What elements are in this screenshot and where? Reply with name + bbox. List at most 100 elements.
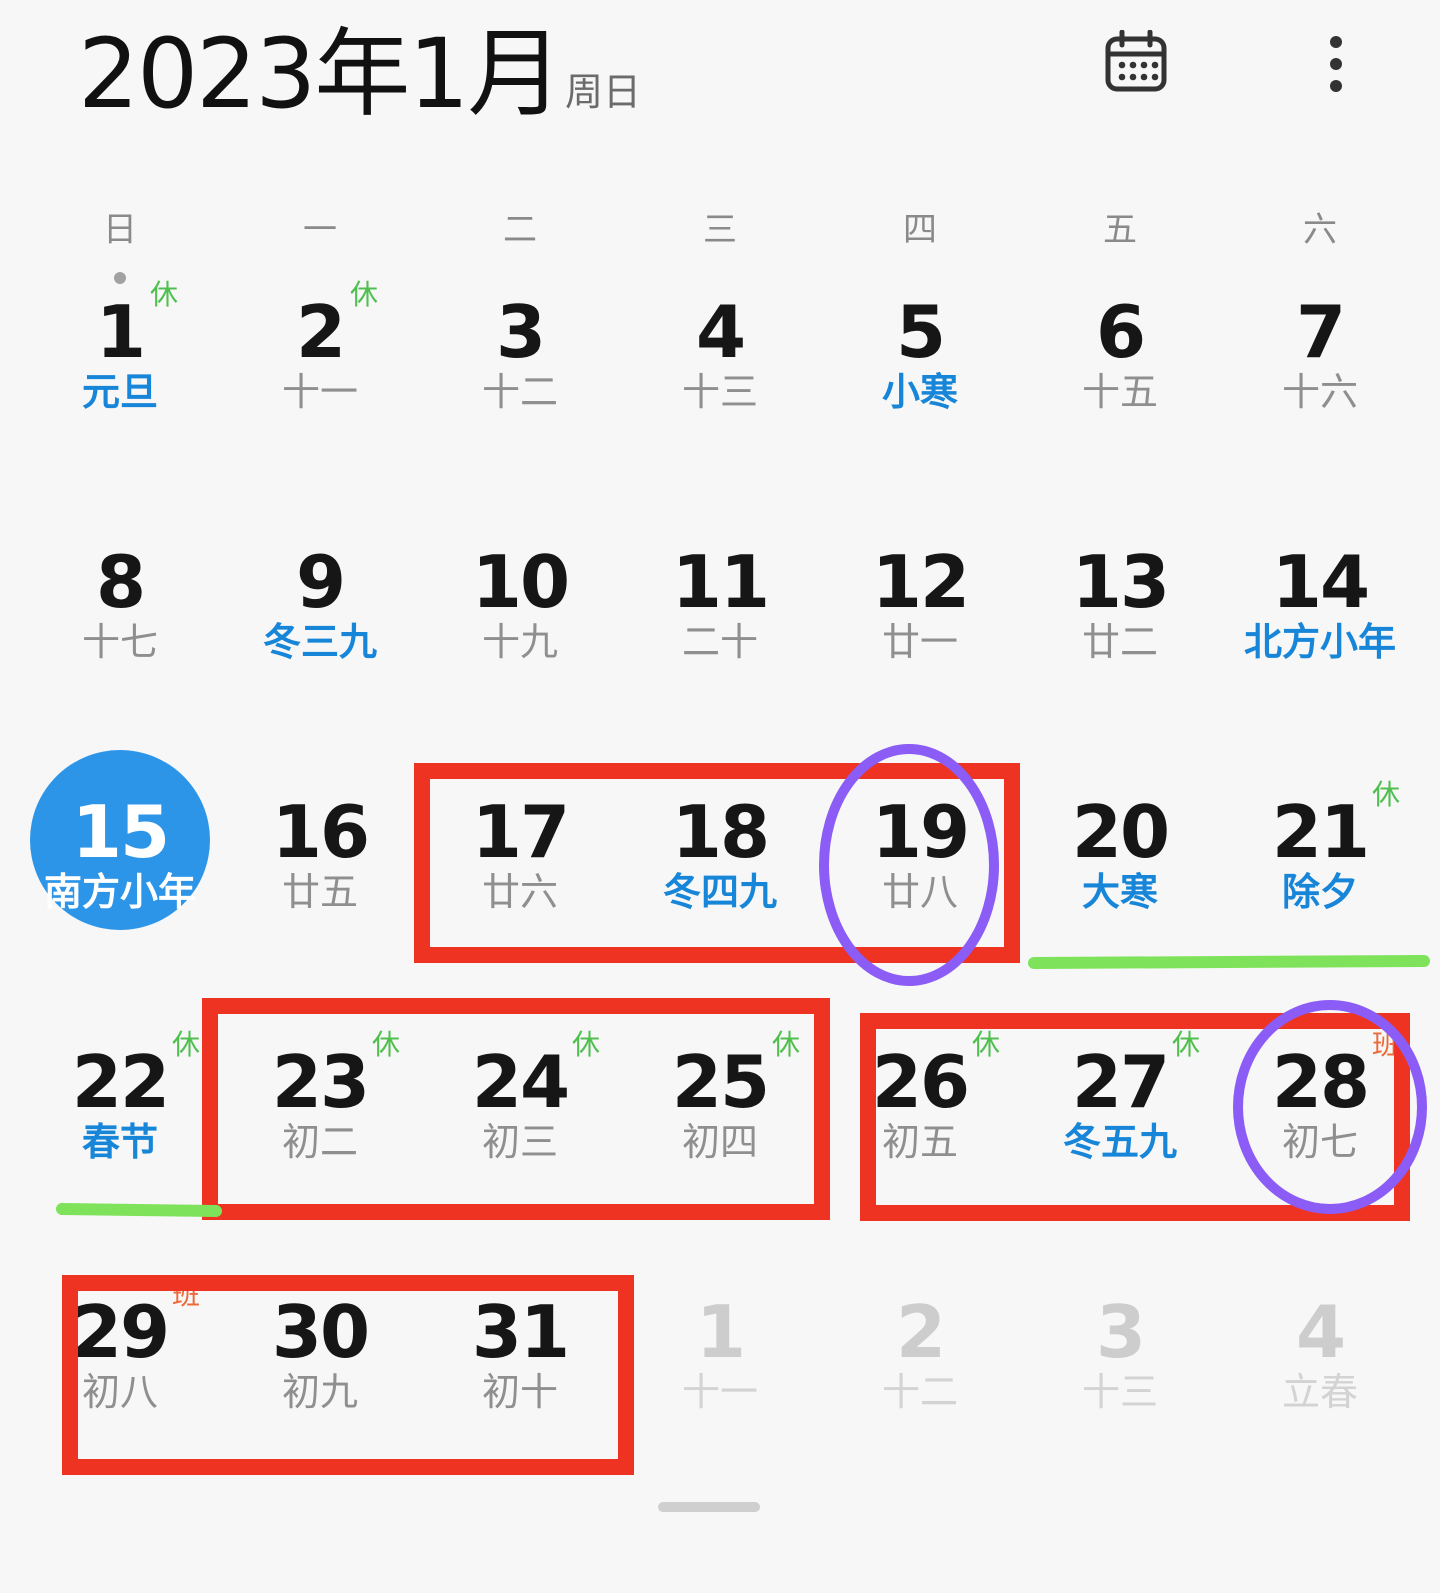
lunar-date: 廿六 (481, 870, 558, 914)
lunar-date: 廿八 (881, 870, 958, 914)
go-to-today-button[interactable] (1096, 22, 1176, 102)
month-title[interactable]: 2023年1月 (78, 22, 563, 126)
lunar-date: 初二 (281, 1120, 358, 1164)
day-cell[interactable]: 3 十三 (1020, 1270, 1220, 1470)
holiday-badge: 休 (1372, 778, 1401, 811)
day-number: 7 (1295, 290, 1346, 374)
weekday-wed: 三 (703, 210, 737, 250)
weekday-sun: 日 (103, 210, 137, 250)
lunar-date: 立春 (1281, 1370, 1358, 1414)
lunar-date: 十六 (1281, 370, 1358, 414)
day-number: 15 (71, 790, 170, 874)
weekday-sat: 六 (1303, 210, 1337, 250)
day-number: 3 (1095, 1290, 1146, 1374)
day-cell[interactable]: 25 初四休 (620, 1020, 820, 1220)
day-number: 1 (95, 290, 146, 374)
day-number: 9 (295, 540, 346, 624)
day-cell[interactable]: 17 廿六 (420, 770, 620, 970)
festival-label: 春节 (81, 1120, 158, 1164)
lunar-date: 十二 (881, 1370, 958, 1414)
day-number: 10 (471, 540, 570, 624)
lunar-date: 初七 (1281, 1120, 1358, 1164)
day-cell[interactable]: 27 冬五九休 (1020, 1020, 1220, 1220)
lunar-date: 十九 (481, 620, 558, 664)
day-number: 4 (1295, 1290, 1346, 1374)
day-cell[interactable]: 8 十七 (20, 520, 220, 720)
lunar-date: 十一 (281, 370, 358, 414)
day-cell[interactable]: 6 十五 (1020, 270, 1220, 470)
day-cell[interactable]: 16 廿五 (220, 770, 420, 970)
holiday-badge: 休 (572, 1028, 601, 1061)
festival-label: 冬五九 (1062, 1120, 1177, 1164)
day-cell[interactable]: 13 廿二 (1020, 520, 1220, 720)
day-cell[interactable]: 2 十一 休 (220, 270, 420, 470)
day-cell[interactable]: 24 初三休 (420, 1020, 620, 1220)
day-cell[interactable]: 29 初八班 (20, 1270, 220, 1470)
day-cell[interactable]: 19 廿八 (820, 770, 1020, 970)
day-cell[interactable]: 9 冬三九 (220, 520, 420, 720)
drag-handle[interactable] (658, 1502, 760, 1512)
lunar-date: 初三 (481, 1120, 558, 1164)
lunar-date: 十一 (681, 1370, 758, 1414)
festival-label: 北方小年 (1243, 620, 1396, 664)
day-cell[interactable]: 1 十一 (620, 1270, 820, 1470)
day-cell[interactable]: 23 初二休 (220, 1020, 420, 1220)
weekday-tue: 二 (503, 210, 537, 250)
weekday-thu: 四 (903, 210, 937, 250)
day-cell[interactable]: 30 初九 (220, 1270, 420, 1470)
lunar-date: 廿一 (881, 620, 958, 664)
festival-label: 冬四九 (662, 870, 777, 914)
day-cell[interactable]: 2 十二 (820, 1270, 1020, 1470)
day-number: 2 (895, 1290, 946, 1374)
day-number: 19 (871, 790, 970, 874)
day-number: 18 (671, 790, 770, 874)
day-cell[interactable]: 20 大寒 (1020, 770, 1220, 970)
day-number: 12 (871, 540, 970, 624)
day-cell[interactable]: 21 除夕休 (1220, 770, 1420, 970)
holiday-badge: 休 (150, 278, 179, 311)
event-dot (114, 272, 126, 284)
workday-badge: 班 (1372, 1028, 1401, 1061)
festival-label: 除夕 (1281, 870, 1358, 914)
day-cell[interactable]: 28 初七班 (1220, 1020, 1420, 1220)
day-cell[interactable]: 7 十六 (1220, 270, 1420, 470)
festival-label: 大寒 (1081, 870, 1158, 914)
holiday-badge: 休 (172, 1028, 201, 1061)
day-number: 31 (471, 1290, 570, 1374)
day-cell[interactable]: 5 小寒 (820, 270, 1020, 470)
lunar-date: 初四 (681, 1120, 758, 1164)
day-cell[interactable]: 4 十三 (620, 270, 820, 470)
lunar-date: 初九 (281, 1370, 358, 1414)
holiday-badge: 休 (972, 1028, 1001, 1061)
lunar-date: 初五 (881, 1120, 958, 1164)
weekday-fri: 五 (1103, 210, 1137, 250)
lunar-date: 廿二 (1081, 620, 1158, 664)
day-cell[interactable]: 10 十九 (420, 520, 620, 720)
more-options-button[interactable] (1296, 22, 1376, 102)
lunar-date: 初十 (481, 1370, 558, 1414)
day-number: 1 (695, 1290, 746, 1374)
day-cell-today[interactable]: 15 南方小年 (20, 770, 220, 970)
day-number: 14 (1271, 540, 1370, 624)
lunar-date: 二十 (681, 620, 758, 664)
holiday-badge: 休 (350, 278, 379, 311)
day-number: 6 (1095, 290, 1146, 374)
lunar-date: 十三 (1081, 1370, 1158, 1414)
day-cell[interactable]: 18 冬四九 (620, 770, 820, 970)
day-cell[interactable]: 14 北方小年 (1220, 520, 1420, 720)
day-cell[interactable]: 1 元旦 休 (20, 270, 220, 470)
day-cell[interactable]: 26 初五休 (820, 1020, 1020, 1220)
lunar-date: 廿五 (281, 870, 358, 914)
day-cell[interactable]: 31 初十 (420, 1270, 620, 1470)
day-number: 5 (895, 290, 946, 374)
day-cell[interactable]: 4 立春 (1220, 1270, 1420, 1470)
day-number: 11 (671, 540, 770, 624)
day-number: 20 (1071, 790, 1170, 874)
festival-label: 小寒 (881, 370, 958, 414)
holiday-badge: 休 (1172, 1028, 1201, 1061)
day-cell[interactable]: 11 二十 (620, 520, 820, 720)
day-cell[interactable]: 22 春节休 (20, 1020, 220, 1220)
day-cell[interactable]: 3 十二 (420, 270, 620, 470)
holiday-badge: 休 (372, 1028, 401, 1061)
day-cell[interactable]: 12 廿一 (820, 520, 1020, 720)
